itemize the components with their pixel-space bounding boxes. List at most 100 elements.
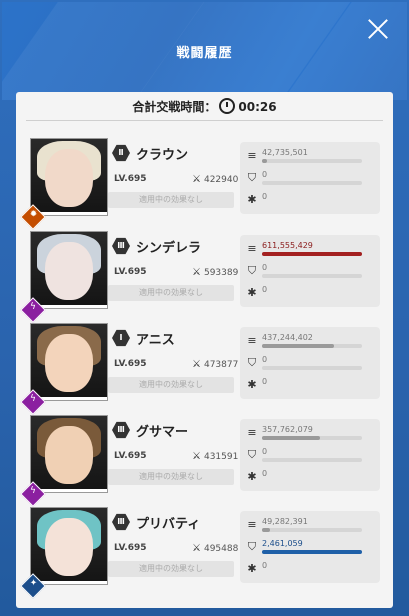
buff-status: 適用中の効果なし bbox=[108, 469, 234, 485]
damage-bar bbox=[262, 436, 320, 440]
asterisk-icon: ✱ bbox=[247, 378, 257, 391]
asterisk-icon: ✱ bbox=[247, 562, 257, 575]
burst-badge: Ⅲ bbox=[112, 513, 130, 531]
heal-value: 0 bbox=[262, 447, 268, 456]
combat-power: 422940 bbox=[192, 174, 238, 185]
damage-bar bbox=[262, 528, 270, 532]
heal-shield-icon: ⛉ bbox=[247, 171, 257, 184]
heal-value: 0 bbox=[262, 263, 268, 272]
character-portrait bbox=[30, 415, 108, 493]
damage-value: 437,244,402 bbox=[262, 333, 313, 342]
battle-stats: ≡ 357,762,079 ⛉ 0 ✱ 0 bbox=[240, 419, 380, 491]
shield-stat: ✱ 0 bbox=[246, 469, 376, 489]
heal-stat: ⛉ 0 bbox=[246, 355, 376, 375]
character-info: Ⅲ シンデレラ LV.695 593389 適用中の効果なし bbox=[106, 235, 238, 307]
shield-stat: ✱ 0 bbox=[246, 561, 376, 581]
buff-status: 適用中の効果なし bbox=[108, 377, 234, 393]
heal-value: 0 bbox=[262, 355, 268, 364]
heal-shield-icon: ⛉ bbox=[247, 448, 257, 461]
damage-icon: ≡ bbox=[247, 518, 257, 531]
damage-bar bbox=[262, 252, 362, 256]
total-time-label: 合計交戦時間： bbox=[132, 100, 217, 114]
character-level: LV.695 bbox=[114, 451, 147, 461]
character-portrait bbox=[30, 507, 108, 585]
character-row: ✹ Ⅱ クラウン LV.695 422940 適用中の効果なし ≡ 42,735… bbox=[20, 138, 392, 230]
character-name: シンデレラ bbox=[136, 241, 202, 256]
close-button[interactable] bbox=[367, 18, 389, 40]
shield-value: 0 bbox=[262, 469, 268, 478]
damage-stat: ≡ 437,244,402 bbox=[246, 333, 376, 353]
asterisk-icon: ✱ bbox=[247, 193, 257, 206]
character-name: プリバティ bbox=[136, 517, 201, 532]
damage-icon: ≡ bbox=[247, 149, 257, 162]
shield-value: 0 bbox=[262, 192, 268, 201]
total-battle-time: 合計交戦時間： 00:26 bbox=[16, 98, 393, 115]
character-info: Ⅲ グサマー LV.695 431591 適用中の効果なし bbox=[106, 419, 238, 491]
shield-stat: ✱ 0 bbox=[246, 377, 376, 397]
burst-badge: Ⅰ bbox=[112, 329, 130, 347]
battle-stats: ≡ 49,282,391 ⛉ 2,461,059 ✱ 0 bbox=[240, 511, 380, 583]
character-level: LV.695 bbox=[114, 174, 147, 184]
character-name: グサマー bbox=[136, 425, 189, 440]
combat-power: 593389 bbox=[192, 267, 238, 278]
damage-bar bbox=[262, 344, 334, 348]
character-row: ✦ Ⅲ プリバティ LV.695 495488 適用中の効果なし ≡ 49,28… bbox=[20, 507, 392, 599]
character-level: LV.695 bbox=[114, 267, 147, 277]
burst-badge: Ⅲ bbox=[112, 421, 130, 439]
combat-power: 431591 bbox=[192, 451, 238, 462]
heal-stat: ⛉ 0 bbox=[246, 170, 376, 190]
heal-stat: ⛉ 0 bbox=[246, 263, 376, 283]
shield-value: 0 bbox=[262, 561, 268, 570]
heal-shield-icon: ⛉ bbox=[247, 540, 257, 553]
battle-stats: ≡ 611,555,429 ⛉ 0 ✱ 0 bbox=[240, 235, 380, 307]
damage-value: 357,762,079 bbox=[262, 425, 313, 434]
burst-badge: Ⅲ bbox=[112, 237, 130, 255]
damage-value: 49,282,391 bbox=[262, 517, 308, 526]
shield-value: 0 bbox=[262, 285, 268, 294]
buff-status: 適用中の効果なし bbox=[108, 561, 234, 577]
character-info: Ⅲ プリバティ LV.695 495488 適用中の効果なし bbox=[106, 511, 238, 583]
character-portrait bbox=[30, 231, 108, 309]
shield-stat: ✱ 0 bbox=[246, 192, 376, 212]
heal-value: 2,461,059 bbox=[262, 539, 303, 548]
battle-stats: ≡ 42,735,501 ⛉ 0 ✱ 0 bbox=[240, 142, 380, 214]
heal-bar bbox=[262, 550, 362, 554]
character-portrait bbox=[30, 138, 108, 216]
damage-stat: ≡ 611,555,429 bbox=[246, 241, 376, 261]
character-row: ϟ Ⅲ シンデレラ LV.695 593389 適用中の効果なし ≡ 611,5… bbox=[20, 231, 392, 323]
shield-value: 0 bbox=[262, 377, 268, 386]
total-time-value: 00:26 bbox=[238, 100, 277, 114]
modal-header: 戦闘履歴 bbox=[2, 2, 407, 100]
character-level: LV.695 bbox=[114, 543, 147, 553]
combat-power: 473877 bbox=[192, 359, 238, 370]
damage-icon: ≡ bbox=[247, 334, 257, 347]
heal-shield-icon: ⛉ bbox=[247, 356, 257, 369]
buff-status: 適用中の効果なし bbox=[108, 285, 234, 301]
damage-bar bbox=[262, 159, 267, 163]
heal-stat: ⛉ 2,461,059 bbox=[246, 539, 376, 559]
damage-stat: ≡ 49,282,391 bbox=[246, 517, 376, 537]
combat-power: 495488 bbox=[192, 543, 238, 554]
asterisk-icon: ✱ bbox=[247, 286, 257, 299]
character-row: ϟ Ⅰ アニス LV.695 473877 適用中の効果なし ≡ 437,244… bbox=[20, 323, 392, 415]
battle-history-panel: 合計交戦時間： 00:26 ✹ Ⅱ クラウン LV.695 422940 適用中の… bbox=[16, 92, 393, 608]
character-name: アニス bbox=[136, 333, 175, 348]
battle-stats: ≡ 437,244,402 ⛉ 0 ✱ 0 bbox=[240, 327, 380, 399]
character-info: Ⅰ アニス LV.695 473877 適用中の効果なし bbox=[106, 327, 238, 399]
asterisk-icon: ✱ bbox=[247, 470, 257, 483]
damage-stat: ≡ 357,762,079 bbox=[246, 425, 376, 445]
damage-stat: ≡ 42,735,501 bbox=[246, 148, 376, 168]
character-level: LV.695 bbox=[114, 359, 147, 369]
modal-title: 戦闘履歴 bbox=[176, 46, 233, 61]
character-info: Ⅱ クラウン LV.695 422940 適用中の効果なし bbox=[106, 142, 238, 214]
divider bbox=[26, 120, 383, 121]
heal-shield-icon: ⛉ bbox=[247, 264, 257, 277]
shield-stat: ✱ 0 bbox=[246, 285, 376, 305]
damage-value: 611,555,429 bbox=[262, 241, 313, 250]
damage-icon: ≡ bbox=[247, 426, 257, 439]
damage-value: 42,735,501 bbox=[262, 148, 308, 157]
clock-icon bbox=[219, 98, 236, 114]
character-row: ϟ Ⅲ グサマー LV.695 431591 適用中の効果なし ≡ 357,76… bbox=[20, 415, 392, 507]
burst-badge: Ⅱ bbox=[112, 144, 130, 162]
character-portrait bbox=[30, 323, 108, 401]
